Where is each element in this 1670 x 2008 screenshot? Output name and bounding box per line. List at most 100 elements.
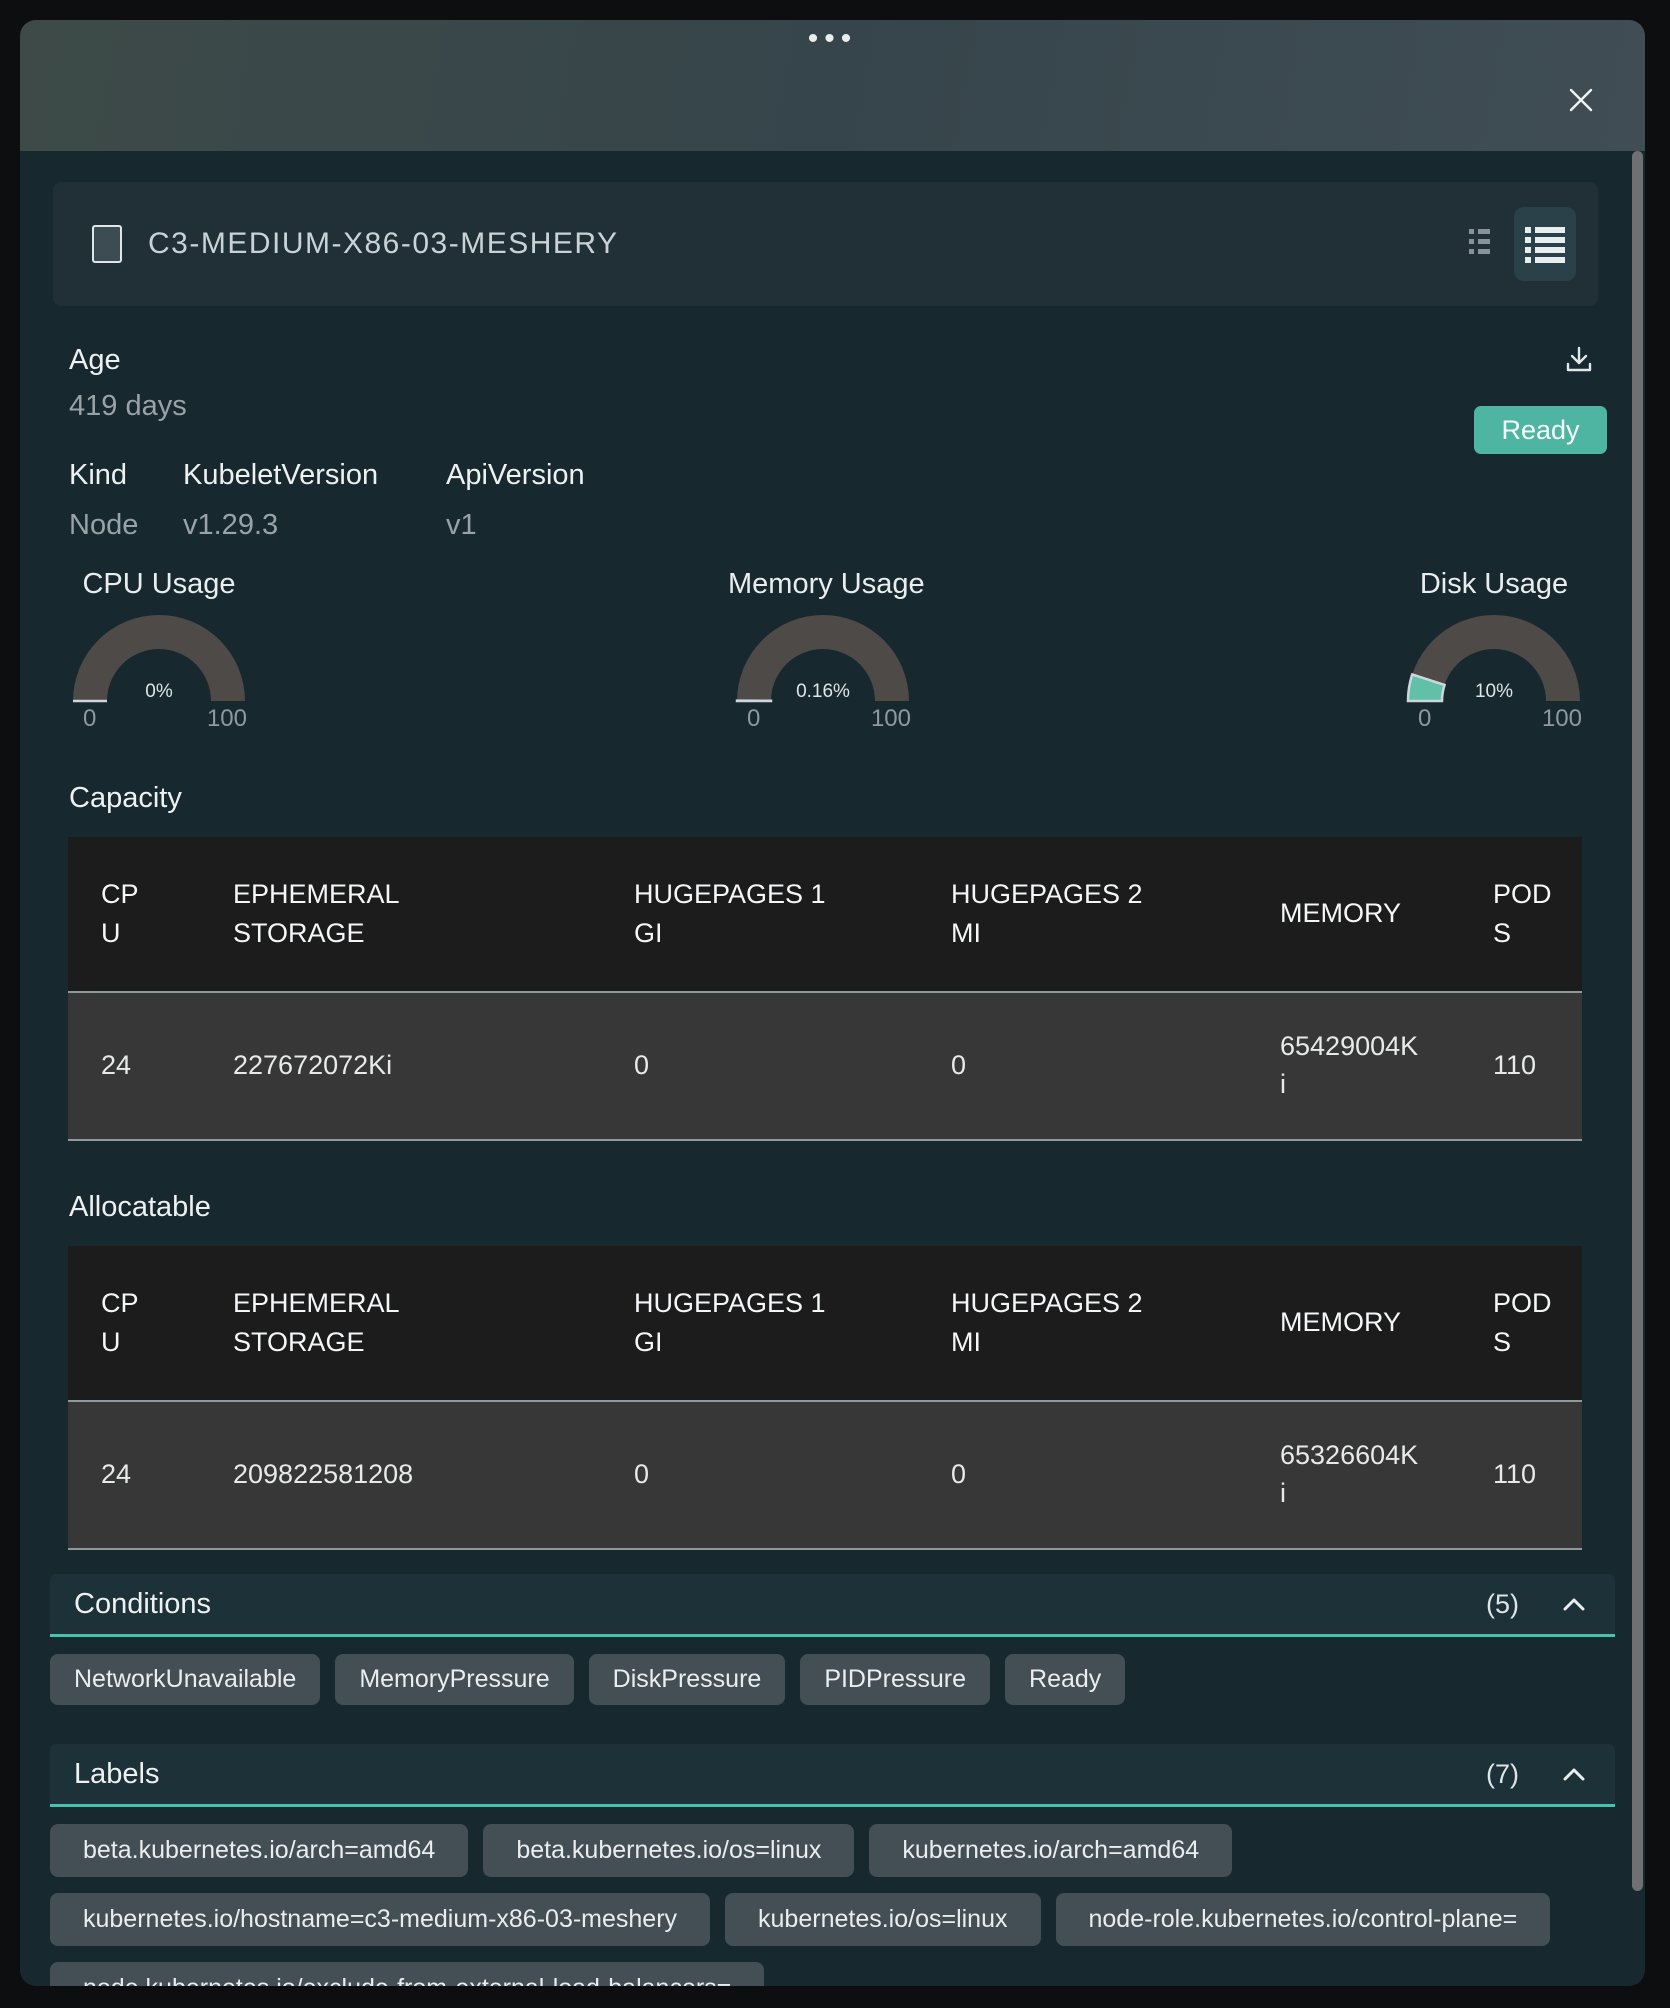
capacity-cpu: 24 xyxy=(101,1047,131,1085)
label-chip: node-role.kubernetes.io/control-plane= xyxy=(1056,1893,1551,1946)
cpu-usage-gauge: CPU Usage 0% 0 100 xyxy=(64,568,254,736)
capacity-ephemeral-storage: 227672072Ki xyxy=(233,1047,392,1085)
usage-gauges-row: CPU Usage 0% 0 100 Memory Usage 0.16% 0 … xyxy=(50,568,1615,736)
detailed-view-button[interactable] xyxy=(1514,207,1576,281)
view-toggles xyxy=(1458,207,1576,281)
allocatable-memory: 65326604Ki xyxy=(1280,1437,1422,1513)
cpu-usage-title: CPU Usage xyxy=(64,568,254,601)
col-hugepages-1gi: HUGEPAGES 1 GI xyxy=(634,1284,854,1362)
conditions-section-header[interactable]: Conditions (5) xyxy=(50,1574,1615,1637)
kubelet-version-label: KubeletVersion xyxy=(183,459,446,492)
compact-view-button[interactable] xyxy=(1458,214,1504,274)
download-button[interactable] xyxy=(1563,344,1597,378)
col-cpu: CPU xyxy=(101,875,143,953)
condition-chip: Ready xyxy=(1005,1654,1125,1705)
conditions-chips: NetworkUnavailable MemoryPressure DiskPr… xyxy=(50,1654,1615,1705)
cpu-gauge-max: 100 xyxy=(207,705,247,733)
label-chip: kubernetes.io/os=linux xyxy=(725,1893,1040,1946)
api-version-value: v1 xyxy=(446,509,585,542)
col-pods: PODS xyxy=(1493,875,1553,953)
conditions-collapse-button[interactable] xyxy=(1557,1591,1591,1617)
field-api-version: ApiVersion v1 xyxy=(446,459,585,542)
allocatable-hugepages-2mi: 0 xyxy=(951,1456,966,1494)
allocatable-ephemeral-storage: 209822581208 xyxy=(233,1456,413,1494)
allocatable-table-row: 24 209822581208 0 0 65326604Ki 110 xyxy=(68,1400,1582,1550)
node-select-checkbox[interactable] xyxy=(92,225,122,263)
allocatable-title: Allocatable xyxy=(69,1191,1615,1224)
memory-gauge-min: 0 xyxy=(747,705,760,733)
disk-gauge-min: 0 xyxy=(1418,705,1431,733)
allocatable-cpu: 24 xyxy=(101,1456,131,1494)
col-cpu: CPU xyxy=(101,1284,143,1362)
allocatable-table: CPU EPHEMERAL STORAGE HUGEPAGES 1 GI HUG… xyxy=(68,1246,1582,1550)
chevron-up-icon xyxy=(1563,1768,1585,1781)
memory-usage-value: 0.16% xyxy=(733,681,913,703)
disk-usage-gauge: Disk Usage 10% 0 100 xyxy=(1399,568,1589,736)
detailed-list-icon xyxy=(1524,223,1566,265)
col-hugepages-2mi: HUGEPAGES 2 MI xyxy=(951,1284,1171,1362)
col-ephemeral-storage: EPHEMERAL STORAGE xyxy=(233,1284,438,1362)
label-chip: beta.kubernetes.io/os=linux xyxy=(483,1824,854,1877)
age-value: 419 days xyxy=(69,390,1615,423)
kind-value: Node xyxy=(69,509,183,542)
label-chip: kubernetes.io/arch=amd64 xyxy=(869,1824,1232,1877)
drag-handle-dots-icon: ••• xyxy=(808,22,858,56)
disk-usage-title: Disk Usage xyxy=(1399,568,1589,601)
age-label: Age xyxy=(69,344,1615,377)
col-memory: MEMORY xyxy=(1280,894,1401,933)
labels-count: (7) xyxy=(1486,1759,1519,1790)
download-icon xyxy=(1563,344,1595,376)
labels-chips: beta.kubernetes.io/arch=amd64 beta.kuber… xyxy=(50,1824,1615,1986)
chevron-up-icon xyxy=(1563,1598,1585,1611)
capacity-hugepages-2mi: 0 xyxy=(951,1047,966,1085)
cpu-usage-value: 0% xyxy=(69,681,249,703)
label-chip: node.kubernetes.io/exclude-from-external… xyxy=(50,1962,764,1986)
capacity-hugepages-1gi: 0 xyxy=(634,1047,649,1085)
col-ephemeral-storage: EPHEMERAL STORAGE xyxy=(233,875,438,953)
condition-chip: MemoryPressure xyxy=(335,1654,573,1705)
compact-list-icon xyxy=(1468,227,1494,261)
node-details-modal: ••• C3-MEDIUM-X86-03-MESHERY xyxy=(20,20,1645,1986)
cpu-gauge-min: 0 xyxy=(83,705,96,733)
api-version-label: ApiVersion xyxy=(446,459,585,492)
labels-collapse-button[interactable] xyxy=(1557,1761,1591,1787)
condition-chip: NetworkUnavailable xyxy=(50,1654,320,1705)
node-title-card: C3-MEDIUM-X86-03-MESHERY xyxy=(53,182,1598,306)
condition-chip: PIDPressure xyxy=(800,1654,990,1705)
labels-section-header[interactable]: Labels (7) xyxy=(50,1744,1615,1807)
field-kubelet-version: KubeletVersion v1.29.3 xyxy=(183,459,446,542)
capacity-title: Capacity xyxy=(69,782,1615,815)
disk-usage-value: 10% xyxy=(1404,681,1584,703)
allocatable-pods: 110 xyxy=(1493,1456,1536,1494)
conditions-title: Conditions xyxy=(74,1588,1486,1621)
capacity-table-row: 24 227672072Ki 0 0 65429004Ki 110 xyxy=(68,991,1582,1141)
meta-fields-row: Kind Node KubeletVersion v1.29.3 ApiVers… xyxy=(69,459,1615,542)
label-chip: kubernetes.io/hostname=c3-medium-x86-03-… xyxy=(50,1893,710,1946)
allocatable-table-header: CPU EPHEMERAL STORAGE HUGEPAGES 1 GI HUG… xyxy=(68,1246,1582,1400)
capacity-pods: 110 xyxy=(1493,1047,1536,1085)
modal-content: C3-MEDIUM-X86-03-MESHERY xyxy=(20,151,1645,1986)
memory-gauge-max: 100 xyxy=(871,705,911,733)
node-title: C3-MEDIUM-X86-03-MESHERY xyxy=(148,227,619,261)
condition-chip: DiskPressure xyxy=(589,1654,786,1705)
allocatable-hugepages-1gi: 0 xyxy=(634,1456,649,1494)
labels-title: Labels xyxy=(74,1758,1486,1791)
kubelet-version-value: v1.29.3 xyxy=(183,509,446,542)
label-chip: beta.kubernetes.io/arch=amd64 xyxy=(50,1824,468,1877)
modal-header: ••• xyxy=(20,20,1645,151)
overview-section: Age 419 days Ready xyxy=(69,344,1615,423)
conditions-count: (5) xyxy=(1486,1589,1519,1620)
close-button[interactable] xyxy=(1559,78,1603,122)
col-hugepages-2mi: HUGEPAGES 2 MI xyxy=(951,875,1171,953)
close-icon xyxy=(1566,85,1596,115)
field-kind: Kind Node xyxy=(69,459,183,542)
col-hugepages-1gi: HUGEPAGES 1 GI xyxy=(634,875,854,953)
capacity-memory: 65429004Ki xyxy=(1280,1028,1422,1104)
capacity-table: CPU EPHEMERAL STORAGE HUGEPAGES 1 GI HUG… xyxy=(68,837,1582,1141)
col-memory: MEMORY xyxy=(1280,1303,1401,1342)
kind-label: Kind xyxy=(69,459,183,492)
col-pods: PODS xyxy=(1493,1284,1553,1362)
disk-gauge-max: 100 xyxy=(1542,705,1582,733)
memory-usage-title: Memory Usage xyxy=(728,568,918,601)
status-badge: Ready xyxy=(1474,406,1607,454)
